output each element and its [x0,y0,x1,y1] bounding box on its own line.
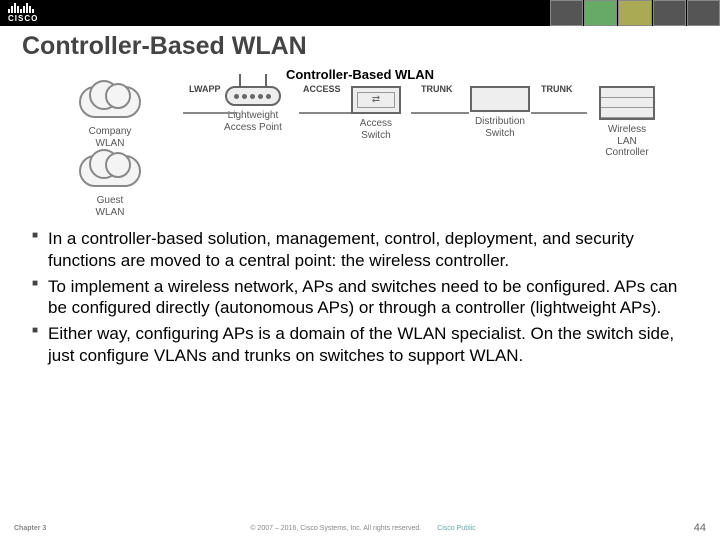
slide-title: Controller-Based WLAN [0,26,720,61]
bullet-item: In a controller-based solution, manageme… [32,228,690,272]
diagram-node-lap: Lightweight Access Point [224,86,282,133]
footer-page-number: 44 [694,522,706,534]
banner-photo-strip [550,0,720,26]
link-label-trunk: TRUNK [421,84,453,94]
diagram-connector [299,112,353,114]
top-banner: CISCO [0,0,720,26]
diagram-node-clouds: Company WLAN Guest WLAN [65,86,155,218]
diagram-title: Controller-Based WLAN [65,67,655,82]
cloud-label-guest: Guest WLAN [96,195,125,218]
cisco-logo-text: CISCO [8,14,38,23]
diagram-row: LWAPP ACCESS TRUNK TRUNK Company WLAN Gu… [65,86,655,218]
bullet-item: Either way, configuring APs is a domain … [32,323,690,367]
cloud-icon [79,86,141,118]
access-point-icon [225,86,281,106]
node-label: Access Switch [360,118,392,141]
diagram-node-wlc: Wireless LAN Controller [599,86,655,159]
switch-icon [470,86,530,112]
slide-footer: Chapter 3 © 2007 – 2016, Cisco Systems, … [0,522,720,534]
bullet-item: To implement a wireless network, APs and… [32,276,690,320]
footer-chapter: Chapter 3 [14,525,46,532]
cloud-icon [79,155,141,187]
bullet-list: In a controller-based solution, manageme… [0,218,720,367]
cisco-logo: CISCO [8,3,38,23]
footer-cisco-public: Cisco Public [437,525,476,532]
diagram-connector [531,112,587,114]
cisco-logo-icon [8,3,34,13]
cloud-label-company: Company WLAN [89,126,132,149]
link-label-lwapp: LWAPP [189,84,221,94]
link-label-access: ACCESS [303,84,341,94]
switch-icon: ⇄ [351,86,401,114]
link-label-trunk: TRUNK [541,84,573,94]
diagram-node-access-switch: ⇄ Access Switch [351,86,401,141]
controller-icon [599,86,655,120]
diagram-connector [183,112,237,114]
diagram-node-dist-switch: Distribution Switch [470,86,530,139]
network-diagram: Controller-Based WLAN LWAPP ACCESS TRUNK… [65,67,655,218]
diagram-connector [411,112,469,114]
node-label: Distribution Switch [475,116,525,139]
node-label: Wireless LAN Controller [605,124,648,159]
footer-copyright: © 2007 – 2016, Cisco Systems, Inc. All r… [250,525,421,532]
